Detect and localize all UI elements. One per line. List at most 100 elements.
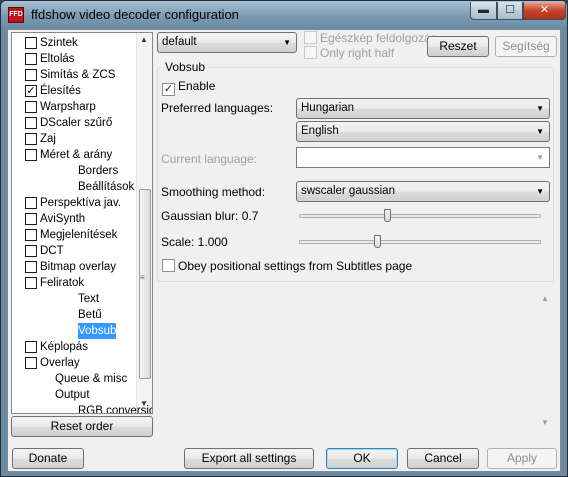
tree-item-label: Queue & misc [55,373,128,385]
smoothing-method-value: swscaler gaussian [301,185,395,197]
tree-item[interactable]: RGB conversion [12,403,152,413]
tree-scroll-thumb[interactable] [139,189,151,379]
tree-item[interactable]: Text [12,291,136,307]
scroll-grip-icon: ≡ [140,273,145,282]
scale-slider[interactable] [299,240,541,244]
tree-item[interactable]: Megjelenítések [12,227,136,243]
checkbox-box[interactable] [25,69,37,81]
tree-item[interactable]: Borders [12,163,136,179]
obey-positional-checkbox[interactable]: Obey positional settings from Subtitles … [162,259,412,273]
reset-button[interactable]: Reszet [427,36,489,57]
scroll-down-arrow-icon[interactable]: ▼ [541,418,549,427]
gaussian-blur-slider[interactable] [299,214,541,218]
tree-item-label: Képlopás [40,341,88,353]
tree-item-label: Beállítások [78,181,135,193]
tree-item[interactable]: ✓ Élesítés [12,83,136,99]
checkbox-box[interactable] [25,101,37,113]
tree-item[interactable]: Simítás & ZCS [12,67,136,83]
checkbox-box [162,259,175,272]
tree-item[interactable]: Szintek [12,35,136,51]
only-right-half-checkbox[interactable]: Only right half [304,46,394,60]
preferred-language-1-select[interactable]: Hungarian ▼ [296,98,550,119]
tree-item[interactable]: AviSynth [12,211,136,227]
export-all-settings-button[interactable]: Export all settings [184,448,314,469]
tree-scrollbar[interactable]: ▲ ≡ ▼ [136,33,152,413]
tree-item-label: Szintek [40,37,78,49]
enable-checkbox[interactable]: ✓ Enable [162,79,215,96]
checkbox-box[interactable] [25,149,37,161]
tree-item[interactable]: Output [12,387,136,403]
tree-item[interactable]: Beállítások [12,179,136,195]
reset-order-button[interactable]: Reset order [11,416,153,437]
tree-item-label: RGB conversion [78,405,152,414]
checkbox-box[interactable] [25,245,37,257]
tree-item-label: Betű [78,309,102,321]
cancel-button[interactable]: Cancel [407,448,479,469]
tree-item-label: Vobsub [78,323,117,339]
checkbox-box[interactable] [25,197,37,209]
tree-item[interactable]: Bitmap overlay [12,259,136,275]
checkbox-box[interactable] [25,229,37,241]
current-language-select[interactable]: ▼ [296,147,550,168]
chevron-down-icon: ▼ [536,187,544,196]
tree-item[interactable]: Overlay [12,355,136,371]
tree-item[interactable]: DCT [12,243,136,259]
scale-slider-thumb[interactable] [374,235,382,248]
checkbox-box [304,31,317,44]
checkbox-box[interactable] [25,213,37,225]
scroll-up-arrow-icon[interactable]: ▲ [140,35,148,44]
page-scrollbar[interactable]: ▲ ▼ [537,292,554,432]
preferred-languages-label: Preferred languages: [161,101,274,115]
tree-item-label: DCT [40,245,64,257]
tree-item[interactable]: Eltolás [12,51,136,67]
gaussian-blur-slider-thumb[interactable] [383,209,391,222]
check-icon[interactable]: ✓ [25,85,37,97]
scroll-up-arrow-icon[interactable]: ▲ [541,294,549,303]
tree-item[interactable]: Warpsharp [12,99,136,115]
tree-item-label: Overlay [40,357,80,369]
checkbox-box[interactable] [25,261,37,273]
tree-item[interactable]: Méret & arány [12,147,136,163]
checkbox-box[interactable] [25,117,37,129]
chevron-down-icon: ▼ [283,38,291,47]
close-button[interactable]: ✕ [523,2,566,20]
minimize-button[interactable]: ▬ [470,2,497,20]
checkbox-box[interactable] [25,341,37,353]
tree-item[interactable]: Betű [12,307,136,323]
tree-item-label: DScaler szűrő [40,117,113,129]
tree-item[interactable]: Queue & misc [12,371,136,387]
tree-item-label: Output [55,389,90,401]
apply-button[interactable]: Apply [487,448,557,469]
tree-item-label: AviSynth [40,213,86,225]
check-icon: ✓ [162,83,175,96]
window-title: ffdshow video decoder configuration [31,7,239,22]
gaussian-blur-label: Gaussian blur: 0.7 [161,209,259,223]
checkbox-box[interactable] [25,277,37,289]
tree-item-label: Zaj [40,133,56,145]
ok-button[interactable]: OK [326,448,398,469]
preset-select[interactable]: default ▼ [157,32,297,53]
checkbox-box[interactable] [25,53,37,65]
tree-item-label: Élesítés [40,85,81,97]
obey-positional-label: Obey positional settings from Subtitles … [178,259,413,273]
tree-item[interactable]: Perspektíva jav. [12,195,136,211]
smoothing-method-select[interactable]: swscaler gaussian ▼ [296,181,550,202]
chevron-down-icon: ▼ [536,127,544,136]
tree-item[interactable]: Képlopás [12,339,136,355]
tree-item-label: Megjelenítések [40,229,118,241]
tree-item[interactable]: DScaler szűrő [12,115,136,131]
preferred-language-2-select[interactable]: English ▼ [296,121,550,142]
checkbox-box[interactable] [25,357,37,369]
checkbox-box[interactable] [25,37,37,49]
tree-item[interactable]: Feliratok [12,275,136,291]
title-bar[interactable]: FFD ffdshow video decoder configuration … [1,1,567,29]
tree-item[interactable]: Zaj [12,131,136,147]
checkbox-box[interactable] [25,133,37,145]
tree-item[interactable]: Vobsub [12,323,136,339]
help-button[interactable]: Segítség [495,36,557,57]
filter-tree[interactable]: ▲ ≡ ▼ Szintek Eltolás Simítás & ZCS ✓ Élesít… [11,32,153,414]
fullscreen-processing-checkbox[interactable]: Egészkép feldolgozás [304,31,437,45]
scale-label: Scale: 1.000 [161,235,228,249]
donate-button[interactable]: Donate [12,448,84,469]
maximize-button[interactable]: ☐ [497,2,523,20]
